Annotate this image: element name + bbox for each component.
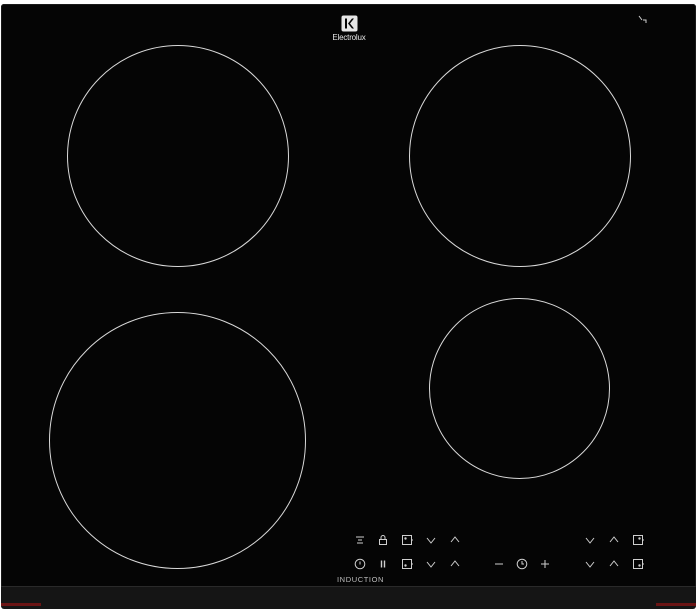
cooking-zone-rear-left [67, 45, 289, 267]
zone-select-icon[interactable] [400, 533, 414, 547]
timer-icon[interactable] [515, 557, 529, 571]
power-icon[interactable] [353, 557, 367, 571]
zone-select-icon[interactable] [631, 557, 645, 571]
zone-select-icon[interactable] [400, 557, 414, 571]
chevron-up-icon[interactable] [448, 533, 462, 547]
brand-name: Electrolux [332, 33, 366, 42]
cooking-zone-front-right [429, 298, 610, 479]
chevron-down-icon[interactable] [583, 533, 597, 547]
child-lock-icon[interactable] [376, 533, 390, 547]
chevron-up-icon[interactable] [607, 557, 621, 571]
chevron-down-icon[interactable] [424, 533, 438, 547]
cooktop-front-edge [1, 586, 696, 609]
chevron-down-icon[interactable] [583, 557, 597, 571]
hob2hood-icon[interactable] [353, 533, 367, 547]
pause-icon[interactable] [376, 557, 390, 571]
plus-icon[interactable] [538, 557, 552, 571]
induction-label: INDUCTION [337, 575, 385, 584]
chevron-up-icon[interactable] [448, 557, 462, 571]
chevron-down-icon[interactable] [424, 557, 438, 571]
minus-icon[interactable] [492, 557, 506, 571]
edge-accent-left [1, 603, 41, 606]
chevron-up-icon[interactable] [607, 533, 621, 547]
edge-accent-right [656, 603, 696, 606]
cooking-zone-front-left [49, 312, 306, 569]
power-level-icon [638, 14, 648, 26]
zone-select-icon[interactable] [631, 533, 645, 547]
electrolux-logo-icon [341, 15, 357, 32]
cooking-zone-rear-right [409, 45, 631, 267]
brand-logo: Electrolux [327, 15, 371, 42]
